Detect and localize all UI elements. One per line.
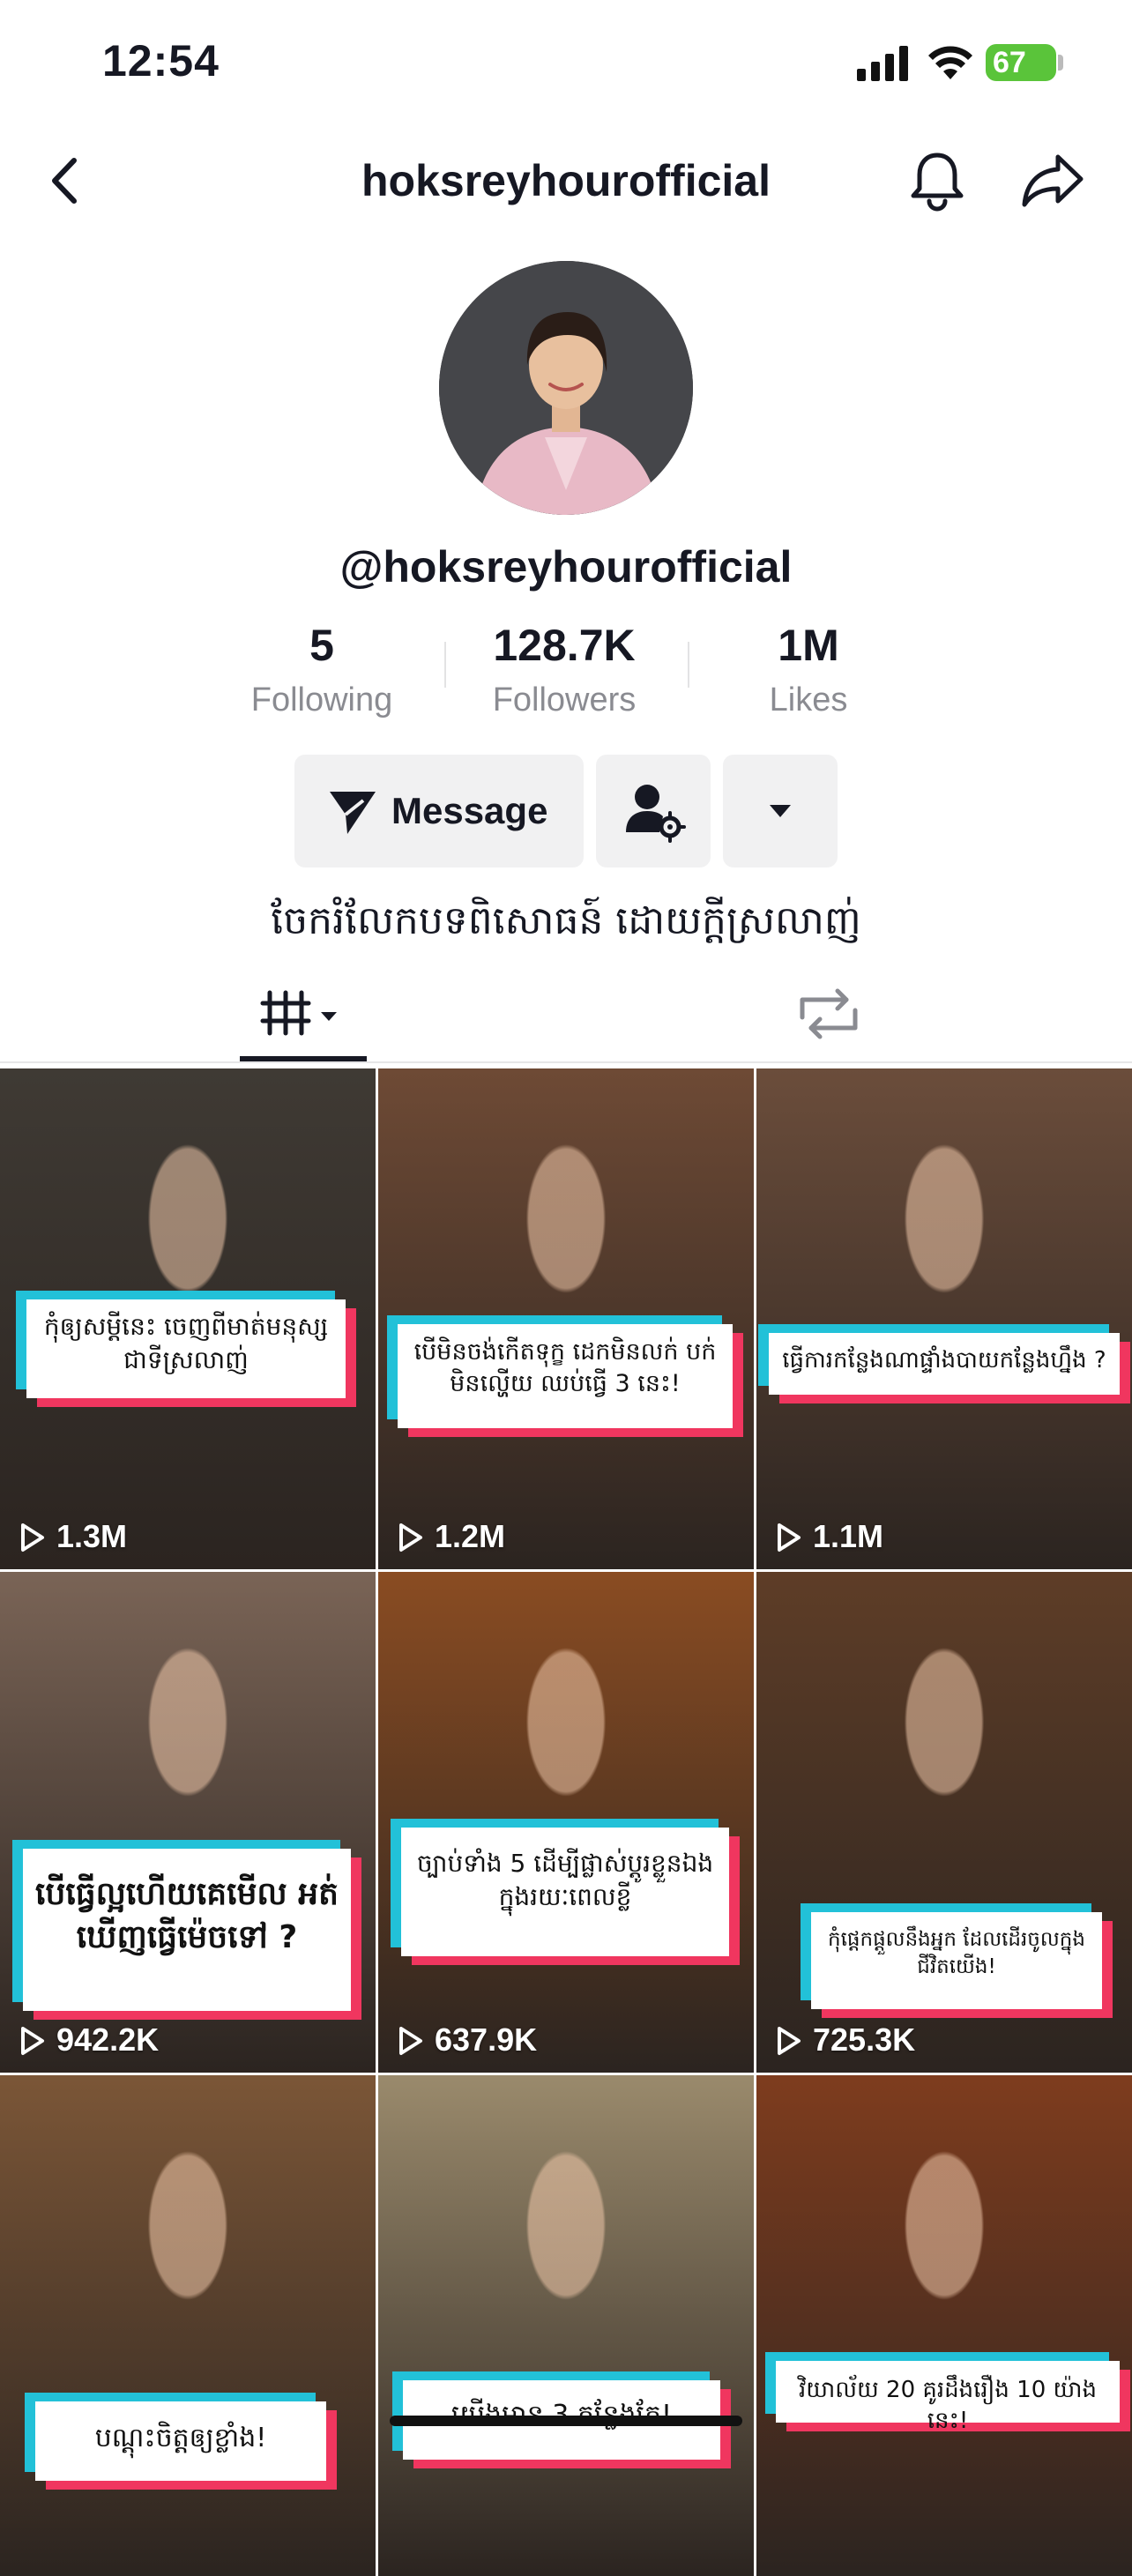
view-count: 1.1M: [776, 1516, 883, 1557]
play-icon: [21, 2027, 44, 2055]
play-icon: [21, 1523, 44, 1552]
tab-reposts[interactable]: [785, 979, 873, 1049]
caret-down-icon: [770, 805, 791, 817]
message-label: Message: [391, 790, 548, 831]
page-title: hoksreyhourofficial: [361, 156, 771, 205]
video-caption: កុំឲ្យសម្ដីនេះ ចេញពីមាត់មនុស្សជាទីស្រលាញ…: [26, 1299, 346, 1398]
following-count: 5: [309, 621, 334, 670]
friend-settings-button[interactable]: [596, 755, 711, 867]
view-count: 942.2K: [19, 2020, 159, 2060]
view-count-text: 725.3K: [813, 2021, 916, 2058]
video-tile[interactable]: បើមិនចង់កើតទុក្ខ ដេកមិនលក់ បក់មិនល្ហើយ ឈ…: [378, 1068, 754, 1569]
view-count-text: 1.1M: [813, 1518, 884, 1554]
video-thumbnail: [756, 2075, 1132, 2576]
view-count: 637.9K: [398, 2020, 537, 2060]
play-icon: [399, 1523, 422, 1552]
video-thumbnail: [378, 1068, 754, 1569]
user-gear-icon: [626, 785, 686, 843]
video-thumbnail: [378, 1572, 754, 2073]
stat-likes[interactable]: 1M Likes: [703, 617, 914, 723]
avatar-photo: [439, 261, 693, 515]
more-dropdown-button[interactable]: [723, 755, 838, 867]
profile-username: @hoksreyhourofficial: [339, 542, 793, 592]
likes-count: 1M: [778, 621, 839, 670]
video-caption: ច្បាប់ទាំង 5 ដើម្បីផ្លាស់ប្តូរខ្លួនឯង ក្…: [401, 1828, 729, 1956]
back-button[interactable]: [35, 150, 97, 212]
followers-label: Followers: [492, 681, 637, 718]
video-thumbnail: [756, 1068, 1132, 1569]
following-label: Following: [250, 681, 393, 718]
status-time: 12:54: [102, 36, 220, 86]
play-icon: [778, 1523, 801, 1552]
followers-count: 128.7K: [493, 621, 636, 670]
tabs-divider: [0, 1061, 1132, 1063]
view-count: 1.2M: [398, 1516, 505, 1557]
tab-videos-grid[interactable]: [240, 973, 367, 1061]
view-count-text: 1.3M: [56, 1518, 128, 1554]
bell-icon[interactable]: [906, 148, 968, 212]
video-thumbnail: [0, 2075, 376, 2576]
likes-label: Likes: [769, 681, 848, 718]
video-thumbnail: [378, 2075, 754, 2576]
view-count: 725.3K: [776, 2020, 915, 2060]
stat-following[interactable]: 5 Following: [216, 617, 428, 723]
cellular-signal-icon: [857, 46, 908, 81]
video-tile[interactable]: កុំឲ្យសម្ដីនេះ ចេញពីមាត់មនុស្សជាទីស្រលាញ…: [0, 1068, 376, 1569]
video-caption: វិយាល័យ 20 គូរដឹងរឿង 10 យ៉ាងនេះ!: [776, 2361, 1120, 2434]
video-tile[interactable]: ច្បាប់ទាំង 5 ដើម្បីផ្លាស់ប្តូរខ្លួនឯង ក្…: [378, 1572, 754, 2073]
play-icon: [399, 2027, 422, 2055]
battery-icon: 67: [986, 44, 1056, 81]
profile-bio: ចែករំលែកបទពិសោធន៍ ដោយក្តីស្រលាញ់: [271, 898, 861, 943]
share-arrow-icon[interactable]: [1019, 150, 1086, 212]
video-tile[interactable]: ធ្វើការកន្លែងណាផ្ទាំងបាយកន្លែងហ្នឹង ? 1.…: [756, 1068, 1132, 1569]
send-icon: [330, 792, 376, 834]
view-count: 1.3M: [19, 1516, 127, 1557]
video-tile[interactable]: យើងមាន 3 កន្លែងតែ!: [378, 2075, 754, 2576]
stat-divider: [444, 642, 446, 688]
message-button[interactable]: Message: [294, 755, 584, 867]
wifi-icon: [928, 46, 972, 79]
video-caption: បណ្ដុះចិត្តឲ្យខ្លាំង!: [35, 2401, 326, 2481]
view-count-text: 1.2M: [435, 1518, 506, 1554]
video-tile[interactable]: កុំផ្ដេកផ្ដួលនឹងអ្នក ដែលដើរចូលក្នុងជីវិត…: [756, 1572, 1132, 2073]
view-count-text: 637.9K: [435, 2021, 538, 2058]
battery-level: 67: [993, 46, 1026, 79]
video-tile[interactable]: បើធ្វើល្អហើយគេមើល អត់ឃើញធ្វើម៉េចទៅ ? 942…: [0, 1572, 376, 2073]
video-caption: បើធ្វើល្អហើយគេមើល អត់ឃើញធ្វើម៉េចទៅ ?: [23, 1849, 351, 2011]
stat-followers[interactable]: 128.7K Followers: [458, 617, 670, 723]
battery-cap: [1058, 55, 1063, 71]
home-indicator[interactable]: [390, 2416, 742, 2426]
play-icon: [778, 2027, 801, 2055]
video-caption: កុំផ្ដេកផ្ដួលនឹងអ្នក ដែលដើរចូលក្នុងជីវិត…: [811, 1912, 1102, 2009]
stat-divider: [688, 642, 689, 688]
video-caption: ធ្វើការកន្លែងណាផ្ទាំងបាយកន្លែងហ្នឹង ?: [769, 1333, 1120, 1395]
view-count-text: 942.2K: [56, 2021, 160, 2058]
avatar[interactable]: [439, 261, 693, 515]
video-caption: បើមិនចង់កើតទុក្ខ ដេកមិនលក់ បក់មិនល្ហើយ ឈ…: [398, 1324, 733, 1428]
video-tile[interactable]: វិយាល័យ 20 គូរដឹងរឿង 10 យ៉ាងនេះ!: [756, 2075, 1132, 2576]
video-tile[interactable]: បណ្ដុះចិត្តឲ្យខ្លាំង!: [0, 2075, 376, 2576]
